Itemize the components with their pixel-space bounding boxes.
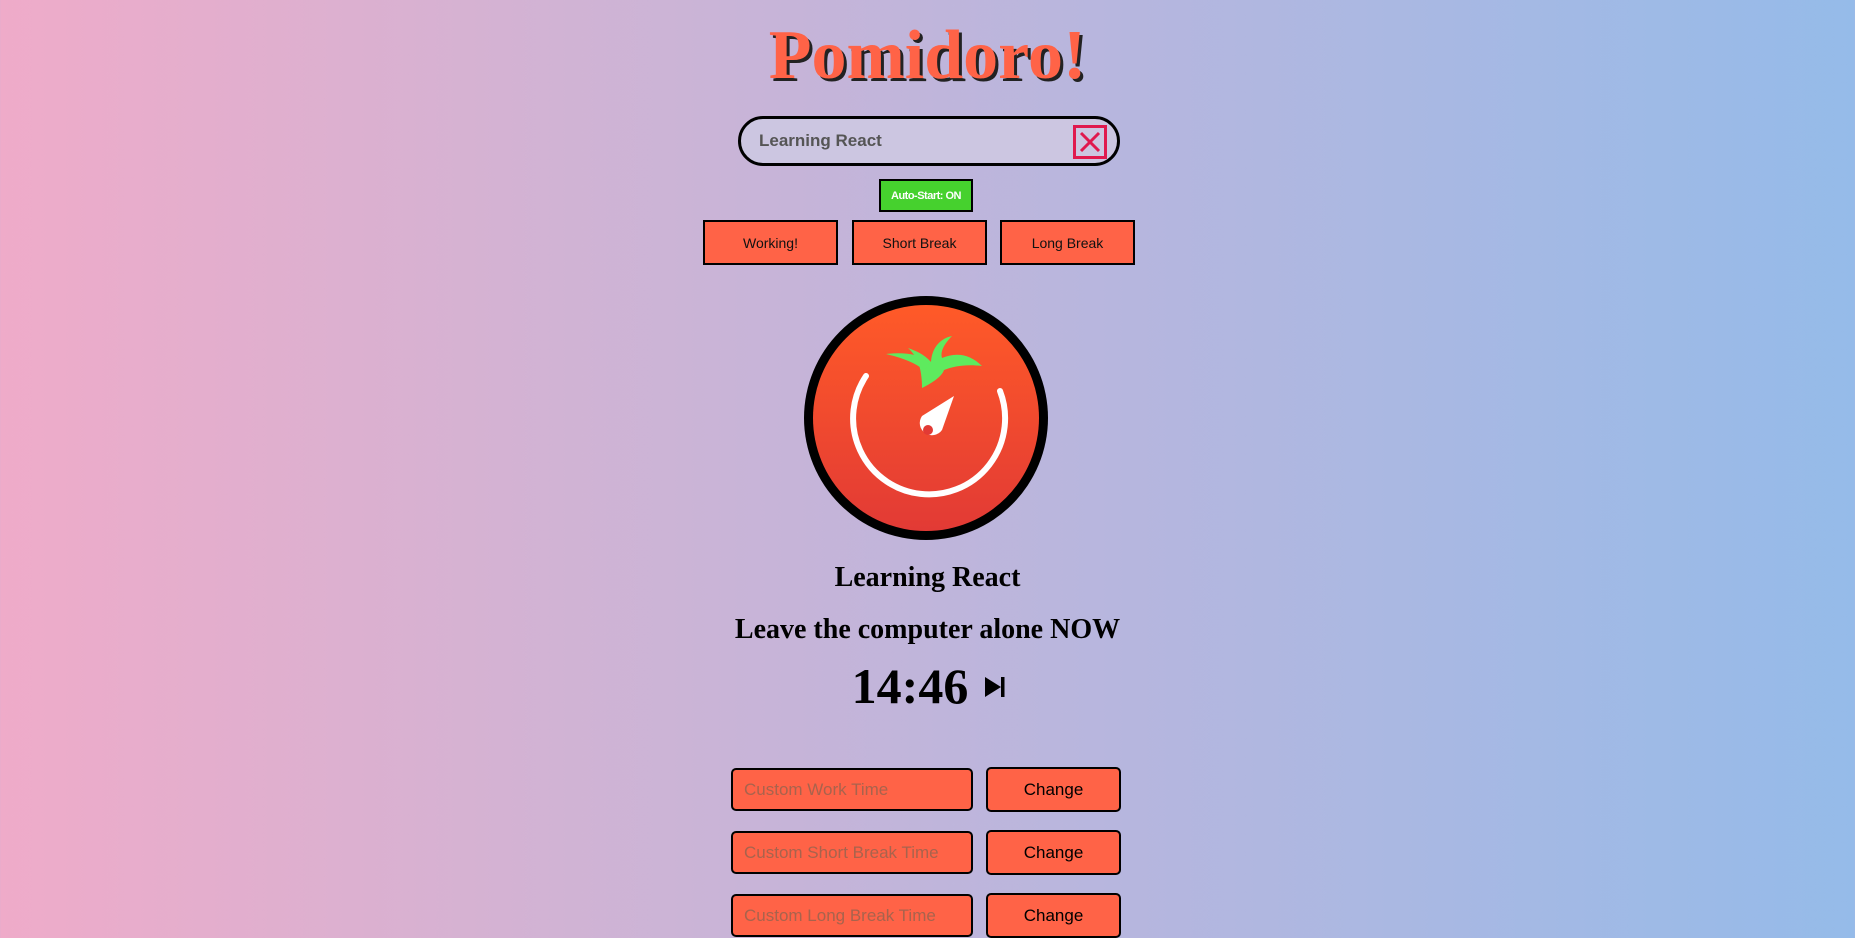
- countdown-timer: 14:46: [851, 658, 969, 714]
- change-short-break-time-button[interactable]: Change: [986, 830, 1121, 875]
- skip-next-icon: [982, 677, 1008, 703]
- pomodoro-app: Pomidoro! Auto-Start: ON Working! Short …: [0, 0, 1855, 938]
- skip-button[interactable]: [982, 674, 1008, 700]
- tomato-timer-icon: [813, 305, 1039, 531]
- tomato-logo: [804, 296, 1048, 540]
- task-search-bar: [738, 116, 1120, 166]
- mode-short-break-button[interactable]: Short Break: [852, 220, 987, 265]
- change-work-time-button[interactable]: Change: [986, 767, 1121, 812]
- status-message: Leave the computer alone NOW: [734, 614, 1121, 645]
- custom-short-break-time-input[interactable]: [731, 831, 973, 874]
- custom-long-break-time-input[interactable]: [731, 894, 973, 937]
- mode-long-break-button[interactable]: Long Break: [1000, 220, 1135, 265]
- current-task-name: Learning React: [834, 562, 1021, 593]
- change-long-break-time-button[interactable]: Change: [986, 893, 1121, 938]
- custom-work-time-input[interactable]: [731, 768, 973, 811]
- task-input[interactable]: [759, 119, 1059, 163]
- app-title: Pomidoro!: [768, 17, 1087, 94]
- close-box-icon: [1076, 128, 1104, 156]
- clear-task-button[interactable]: [1073, 125, 1107, 159]
- mode-working-button[interactable]: Working!: [703, 220, 838, 265]
- auto-start-toggle[interactable]: Auto-Start: ON: [879, 179, 973, 212]
- timer-row: 14:46: [0, 656, 1855, 716]
